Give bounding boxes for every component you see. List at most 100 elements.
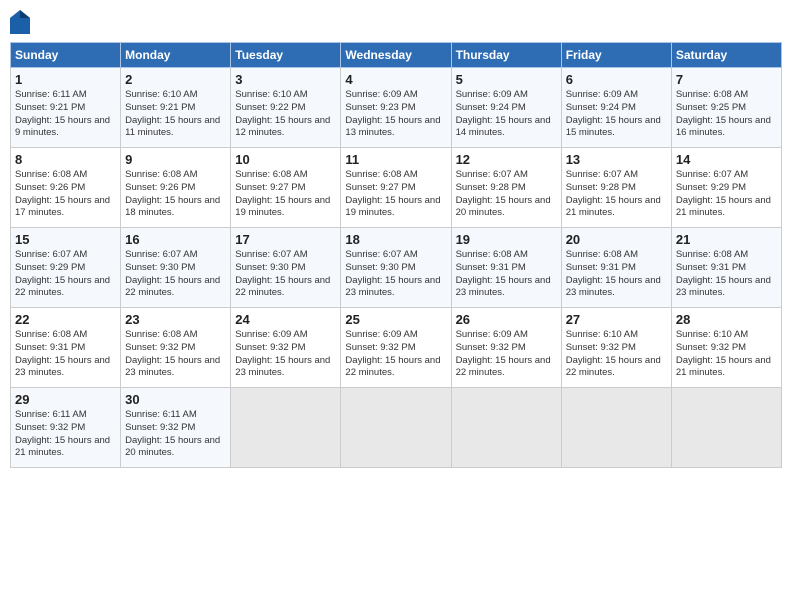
day-info: Sunrise: 6:09 AMSunset: 9:24 PMDaylight:… bbox=[566, 89, 667, 140]
day-info: Sunrise: 6:09 AMSunset: 9:32 PMDaylight:… bbox=[235, 329, 336, 380]
day-cell: 25 Sunrise: 6:09 AMSunset: 9:32 PMDayligh… bbox=[341, 308, 451, 388]
day-info: Sunrise: 6:08 AMSunset: 9:26 PMDaylight:… bbox=[125, 169, 226, 220]
day-cell: 29 Sunrise: 6:11 AMSunset: 9:32 PMDayligh… bbox=[11, 388, 121, 468]
day-header-monday: Monday bbox=[121, 43, 231, 68]
day-number: 8 bbox=[15, 152, 116, 167]
day-cell bbox=[451, 388, 561, 468]
day-number: 9 bbox=[125, 152, 226, 167]
day-info: Sunrise: 6:10 AMSunset: 9:32 PMDaylight:… bbox=[676, 329, 777, 380]
day-info: Sunrise: 6:08 AMSunset: 9:27 PMDaylight:… bbox=[345, 169, 446, 220]
day-header-row: SundayMondayTuesdayWednesdayThursdayFrid… bbox=[11, 43, 782, 68]
day-cell: 4 Sunrise: 6:09 AMSunset: 9:23 PMDaylight… bbox=[341, 68, 451, 148]
day-info: Sunrise: 6:08 AMSunset: 9:31 PMDaylight:… bbox=[566, 249, 667, 300]
day-number: 28 bbox=[676, 312, 777, 327]
day-cell bbox=[561, 388, 671, 468]
day-header-sunday: Sunday bbox=[11, 43, 121, 68]
day-info: Sunrise: 6:07 AMSunset: 9:29 PMDaylight:… bbox=[676, 169, 777, 220]
day-number: 7 bbox=[676, 72, 777, 87]
day-cell: 9 Sunrise: 6:08 AMSunset: 9:26 PMDaylight… bbox=[121, 148, 231, 228]
day-number: 5 bbox=[456, 72, 557, 87]
day-cell: 6Sunrise: 6:09 AMSunset: 9:24 PMDaylight… bbox=[561, 68, 671, 148]
day-number: 19 bbox=[456, 232, 557, 247]
day-cell bbox=[671, 388, 781, 468]
page-header bbox=[10, 10, 782, 34]
day-cell: 5 Sunrise: 6:09 AMSunset: 9:24 PMDaylight… bbox=[451, 68, 561, 148]
day-number: 21 bbox=[676, 232, 777, 247]
day-header-thursday: Thursday bbox=[451, 43, 561, 68]
day-cell: 3 Sunrise: 6:10 AMSunset: 9:22 PMDaylight… bbox=[231, 68, 341, 148]
day-cell: 10 Sunrise: 6:08 AMSunset: 9:27 PMDayligh… bbox=[231, 148, 341, 228]
day-cell: 11Sunrise: 6:08 AMSunset: 9:27 PMDayligh… bbox=[341, 148, 451, 228]
day-number: 29 bbox=[15, 392, 116, 407]
day-number: 25 bbox=[345, 312, 446, 327]
day-cell: 20 Sunrise: 6:08 AMSunset: 9:31 PMDayligh… bbox=[561, 228, 671, 308]
logo bbox=[10, 10, 34, 34]
day-cell: 28 Sunrise: 6:10 AMSunset: 9:32 PMDayligh… bbox=[671, 308, 781, 388]
day-number: 16 bbox=[125, 232, 226, 247]
day-info: Sunrise: 6:07 AMSunset: 9:28 PMDaylight:… bbox=[456, 169, 557, 220]
day-info: Sunrise: 6:11 AMSunset: 9:32 PMDaylight:… bbox=[15, 409, 116, 460]
day-cell: 2 Sunrise: 6:10 AMSunset: 9:21 PMDaylight… bbox=[121, 68, 231, 148]
day-number: 4 bbox=[345, 72, 446, 87]
day-header-tuesday: Tuesday bbox=[231, 43, 341, 68]
day-info: Sunrise: 6:10 AMSunset: 9:21 PMDaylight:… bbox=[125, 89, 226, 140]
day-cell: 23Sunrise: 6:08 AMSunset: 9:32 PMDayligh… bbox=[121, 308, 231, 388]
day-number: 20 bbox=[566, 232, 667, 247]
day-info: Sunrise: 6:08 AMSunset: 9:26 PMDaylight:… bbox=[15, 169, 116, 220]
day-cell: 12 Sunrise: 6:07 AMSunset: 9:28 PMDayligh… bbox=[451, 148, 561, 228]
day-cell: 18 Sunrise: 6:07 AMSunset: 9:30 PMDayligh… bbox=[341, 228, 451, 308]
day-number: 10 bbox=[235, 152, 336, 167]
day-cell: 19 Sunrise: 6:08 AMSunset: 9:31 PMDayligh… bbox=[451, 228, 561, 308]
day-number: 1 bbox=[15, 72, 116, 87]
day-cell: 15 Sunrise: 6:07 AMSunset: 9:29 PMDayligh… bbox=[11, 228, 121, 308]
day-info: Sunrise: 6:07 AMSunset: 9:30 PMDaylight:… bbox=[235, 249, 336, 300]
day-cell: 21 Sunrise: 6:08 AMSunset: 9:31 PMDayligh… bbox=[671, 228, 781, 308]
day-info: Sunrise: 6:07 AMSunset: 9:30 PMDaylight:… bbox=[125, 249, 226, 300]
day-cell: 14Sunrise: 6:07 AMSunset: 9:29 PMDayligh… bbox=[671, 148, 781, 228]
day-number: 12 bbox=[456, 152, 557, 167]
day-number: 22 bbox=[15, 312, 116, 327]
day-info: Sunrise: 6:09 AMSunset: 9:23 PMDaylight:… bbox=[345, 89, 446, 140]
day-cell: 27 Sunrise: 6:10 AMSunset: 9:32 PMDayligh… bbox=[561, 308, 671, 388]
day-info: Sunrise: 6:09 AMSunset: 9:32 PMDaylight:… bbox=[345, 329, 446, 380]
day-cell: 17Sunrise: 6:07 AMSunset: 9:30 PMDayligh… bbox=[231, 228, 341, 308]
day-info: Sunrise: 6:08 AMSunset: 9:25 PMDaylight:… bbox=[676, 89, 777, 140]
day-number: 2 bbox=[125, 72, 226, 87]
week-row-3: 15 Sunrise: 6:07 AMSunset: 9:29 PMDayligh… bbox=[11, 228, 782, 308]
day-cell: 7 Sunrise: 6:08 AMSunset: 9:25 PMDaylight… bbox=[671, 68, 781, 148]
calendar-table: SundayMondayTuesdayWednesdayThursdayFrid… bbox=[10, 42, 782, 468]
day-info: Sunrise: 6:07 AMSunset: 9:29 PMDaylight:… bbox=[15, 249, 116, 300]
day-number: 26 bbox=[456, 312, 557, 327]
day-cell: 1 Sunrise: 6:11 AMSunset: 9:21 PMDaylight… bbox=[11, 68, 121, 148]
day-info: Sunrise: 6:08 AMSunset: 9:31 PMDaylight:… bbox=[676, 249, 777, 300]
day-number: 27 bbox=[566, 312, 667, 327]
day-cell bbox=[231, 388, 341, 468]
day-info: Sunrise: 6:09 AMSunset: 9:32 PMDaylight:… bbox=[456, 329, 557, 380]
day-info: Sunrise: 6:10 AMSunset: 9:32 PMDaylight:… bbox=[566, 329, 667, 380]
week-row-1: 1 Sunrise: 6:11 AMSunset: 9:21 PMDaylight… bbox=[11, 68, 782, 148]
day-number: 24 bbox=[235, 312, 336, 327]
day-info: Sunrise: 6:09 AMSunset: 9:24 PMDaylight:… bbox=[456, 89, 557, 140]
day-header-wednesday: Wednesday bbox=[341, 43, 451, 68]
day-cell: 22 Sunrise: 6:08 AMSunset: 9:31 PMDayligh… bbox=[11, 308, 121, 388]
week-row-4: 22 Sunrise: 6:08 AMSunset: 9:31 PMDayligh… bbox=[11, 308, 782, 388]
day-info: Sunrise: 6:07 AMSunset: 9:28 PMDaylight:… bbox=[566, 169, 667, 220]
day-number: 3 bbox=[235, 72, 336, 87]
day-number: 15 bbox=[15, 232, 116, 247]
day-info: Sunrise: 6:10 AMSunset: 9:22 PMDaylight:… bbox=[235, 89, 336, 140]
day-cell: 16 Sunrise: 6:07 AMSunset: 9:30 PMDayligh… bbox=[121, 228, 231, 308]
day-info: Sunrise: 6:11 AMSunset: 9:32 PMDaylight:… bbox=[125, 409, 226, 460]
day-header-friday: Friday bbox=[561, 43, 671, 68]
day-cell: 26 Sunrise: 6:09 AMSunset: 9:32 PMDayligh… bbox=[451, 308, 561, 388]
day-info: Sunrise: 6:11 AMSunset: 9:21 PMDaylight:… bbox=[15, 89, 116, 140]
day-info: Sunrise: 6:08 AMSunset: 9:32 PMDaylight:… bbox=[125, 329, 226, 380]
day-number: 18 bbox=[345, 232, 446, 247]
day-info: Sunrise: 6:07 AMSunset: 9:30 PMDaylight:… bbox=[345, 249, 446, 300]
day-info: Sunrise: 6:08 AMSunset: 9:27 PMDaylight:… bbox=[235, 169, 336, 220]
day-info: Sunrise: 6:08 AMSunset: 9:31 PMDaylight:… bbox=[15, 329, 116, 380]
day-number: 30 bbox=[125, 392, 226, 407]
logo-icon bbox=[10, 10, 30, 34]
day-info: Sunrise: 6:08 AMSunset: 9:31 PMDaylight:… bbox=[456, 249, 557, 300]
day-cell: 24 Sunrise: 6:09 AMSunset: 9:32 PMDayligh… bbox=[231, 308, 341, 388]
day-header-saturday: Saturday bbox=[671, 43, 781, 68]
